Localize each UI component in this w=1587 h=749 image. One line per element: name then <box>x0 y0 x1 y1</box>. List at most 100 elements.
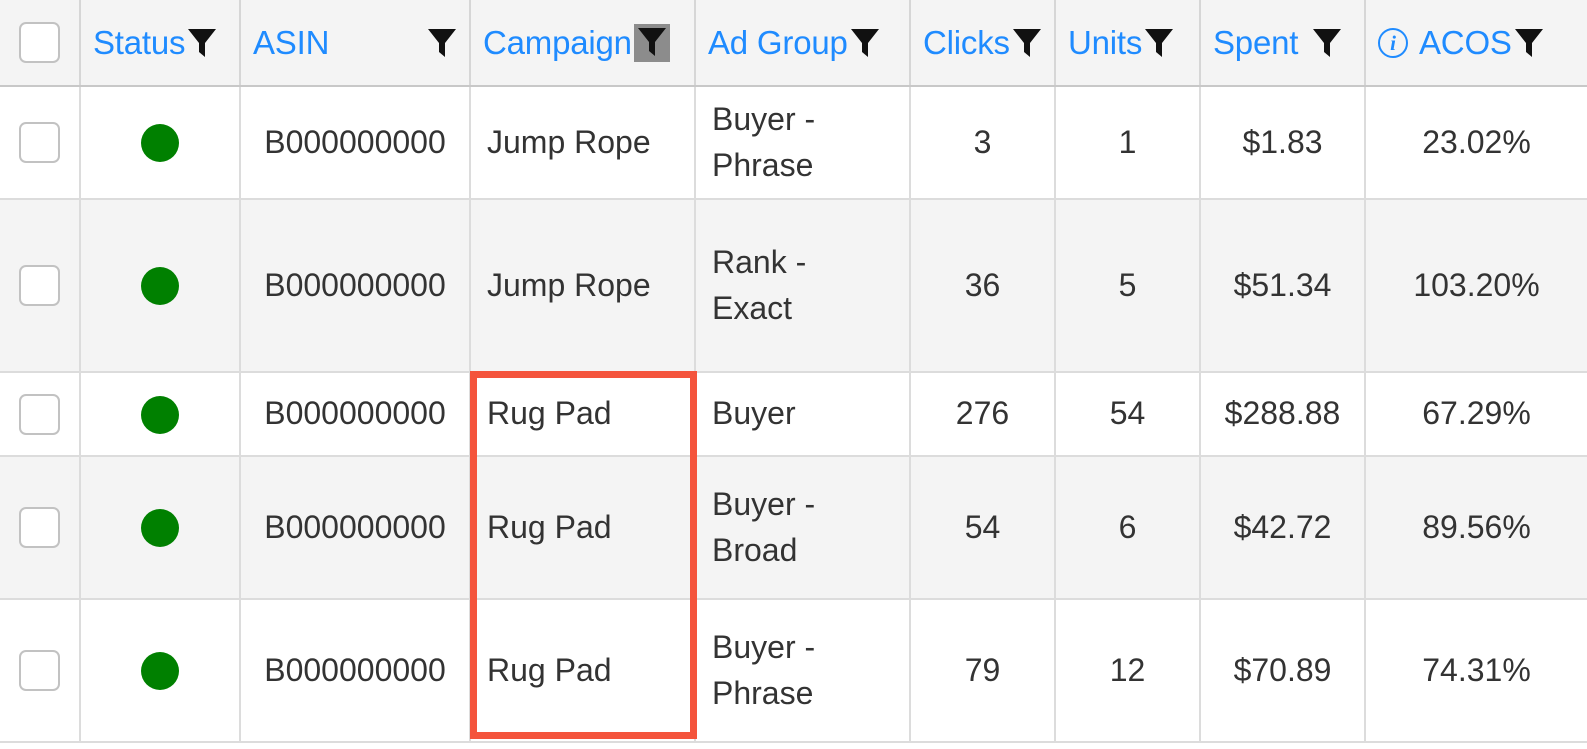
acos-value: 67.29% <box>1422 395 1531 432</box>
row-acos-cell: 67.29% <box>1365 372 1587 457</box>
header-asin-label: ASIN <box>253 24 330 61</box>
ad-group-value: Buyer - Phrase <box>712 629 816 711</box>
asin-value: B000000000 <box>264 508 446 545</box>
header-acos-label: ACOS <box>1419 24 1512 61</box>
header-campaign[interactable]: Campaign <box>470 0 696 87</box>
row-ad-group-cell: Buyer - Broad <box>695 456 911 600</box>
row-clicks-cell: 79 <box>910 599 1056 743</box>
row-checkbox[interactable] <box>19 122 60 164</box>
filter-icon-units[interactable] <box>1144 27 1174 59</box>
clicks-value: 79 <box>964 651 1001 688</box>
clicks-value: 54 <box>964 508 1001 545</box>
filter-icon-ad-group[interactable] <box>850 27 880 59</box>
row-ad-group-cell: Rank - Exact <box>695 199 911 373</box>
row-ad-group-cell: Buyer <box>695 372 911 457</box>
header-select-all[interactable] <box>0 0 81 87</box>
spent-value: $70.89 <box>1233 651 1332 688</box>
row-checkbox[interactable] <box>19 265 60 307</box>
header-asin[interactable]: ASIN <box>240 0 471 87</box>
row-acos-cell: 89.56% <box>1365 456 1587 600</box>
select-all-checkbox[interactable] <box>19 22 60 63</box>
row-acos-cell: 23.02% <box>1365 86 1587 200</box>
campaign-value: Jump Rope <box>487 266 651 303</box>
row-checkbox[interactable] <box>19 507 60 549</box>
units-value: 6 <box>1118 508 1137 545</box>
row-acos-cell: 103.20% <box>1365 199 1587 373</box>
spent-value: $51.34 <box>1233 266 1332 303</box>
table-body: B000000000 Jump Rope Buyer - Phrase 3 1 … <box>0 86 1587 743</box>
clicks-value: 36 <box>964 266 1001 303</box>
spent-value: $288.88 <box>1224 395 1341 432</box>
row-asin-cell: B000000000 <box>240 456 471 600</box>
row-spent-cell: $288.88 <box>1200 372 1366 457</box>
filter-icon-asin[interactable] <box>427 27 457 59</box>
status-indicator-active <box>141 395 179 434</box>
row-campaign-cell: Rug Pad <box>470 599 696 743</box>
filter-icon-clicks[interactable] <box>1012 27 1042 59</box>
table-row[interactable]: B000000000 Jump Rope Buyer - Phrase 3 1 … <box>0 86 1587 200</box>
units-value: 1 <box>1118 123 1137 160</box>
header-units-label: Units <box>1068 24 1143 61</box>
row-campaign-cell: Jump Rope <box>470 199 696 373</box>
row-status-cell <box>80 599 241 743</box>
units-value: 5 <box>1118 266 1137 303</box>
filter-icon-campaign[interactable] <box>633 23 670 62</box>
row-campaign-cell: Rug Pad <box>470 456 696 600</box>
row-select-cell[interactable] <box>0 372 81 457</box>
row-units-cell: 1 <box>1055 86 1201 200</box>
row-ad-group-cell: Buyer - Phrase <box>695 86 911 200</box>
clicks-value: 276 <box>955 395 1010 432</box>
ad-performance-table: Status ASIN Campaign Ad Group Clicks Uni… <box>0 0 1587 743</box>
header-ad-group[interactable]: Ad Group <box>695 0 911 87</box>
row-select-cell[interactable] <box>0 86 81 200</box>
header-clicks[interactable]: Clicks <box>910 0 1056 87</box>
table-row[interactable]: B000000000 Rug Pad Buyer 276 54 $288.88 <box>0 372 1587 457</box>
table-header: Status ASIN Campaign Ad Group Clicks Uni… <box>0 0 1587 87</box>
row-campaign-cell: Jump Rope <box>470 86 696 200</box>
row-asin-cell: B000000000 <box>240 599 471 743</box>
row-units-cell: 54 <box>1055 372 1201 457</box>
acos-value: 74.31% <box>1422 651 1531 688</box>
header-status[interactable]: Status <box>80 0 241 87</box>
status-indicator-active <box>141 124 179 163</box>
ad-group-value: Buyer - Broad <box>712 486 816 568</box>
row-units-cell: 6 <box>1055 456 1201 600</box>
ad-group-value: Rank - Exact <box>712 244 807 326</box>
row-clicks-cell: 36 <box>910 199 1056 373</box>
row-units-cell: 12 <box>1055 599 1201 743</box>
header-units[interactable]: Units <box>1055 0 1201 87</box>
asin-value: B000000000 <box>264 123 446 160</box>
row-checkbox[interactable] <box>19 650 60 692</box>
row-clicks-cell: 276 <box>910 372 1056 457</box>
units-value: 54 <box>1109 395 1146 432</box>
info-icon-acos[interactable]: i <box>1378 27 1408 58</box>
row-ad-group-cell: Buyer - Phrase <box>695 599 911 743</box>
acos-value: 23.02% <box>1422 123 1531 160</box>
status-indicator-active <box>141 652 179 691</box>
acos-value: 89.56% <box>1422 508 1531 545</box>
units-value: 12 <box>1109 651 1146 688</box>
asin-value: B000000000 <box>264 395 446 432</box>
header-spent[interactable]: Spent <box>1200 0 1366 87</box>
table-row[interactable]: B000000000 Jump Rope Rank - Exact 36 5 $… <box>0 199 1587 373</box>
row-spent-cell: $51.34 <box>1200 199 1366 373</box>
ad-performance-table-container: Status ASIN Campaign Ad Group Clicks Uni… <box>0 0 1587 749</box>
header-campaign-label: Campaign <box>483 24 632 61</box>
header-status-label: Status <box>93 24 186 61</box>
filter-icon-acos[interactable] <box>1514 27 1544 59</box>
row-select-cell[interactable] <box>0 456 81 600</box>
header-acos[interactable]: i ACOS <box>1365 0 1587 87</box>
table-row[interactable]: B000000000 Rug Pad Buyer - Phrase 79 12 … <box>0 599 1587 743</box>
asin-value: B000000000 <box>264 651 446 688</box>
row-spent-cell: $42.72 <box>1200 456 1366 600</box>
filter-icon-status[interactable] <box>187 27 217 59</box>
asin-value: B000000000 <box>264 266 446 303</box>
row-spent-cell: $70.89 <box>1200 599 1366 743</box>
row-spent-cell: $1.83 <box>1200 86 1366 200</box>
header-spent-label: Spent <box>1213 24 1299 61</box>
table-row[interactable]: B000000000 Rug Pad Buyer - Broad 54 6 $4… <box>0 456 1587 600</box>
row-select-cell[interactable] <box>0 599 81 743</box>
filter-icon-spent[interactable] <box>1312 27 1342 59</box>
row-checkbox[interactable] <box>19 393 60 435</box>
row-select-cell[interactable] <box>0 199 81 373</box>
